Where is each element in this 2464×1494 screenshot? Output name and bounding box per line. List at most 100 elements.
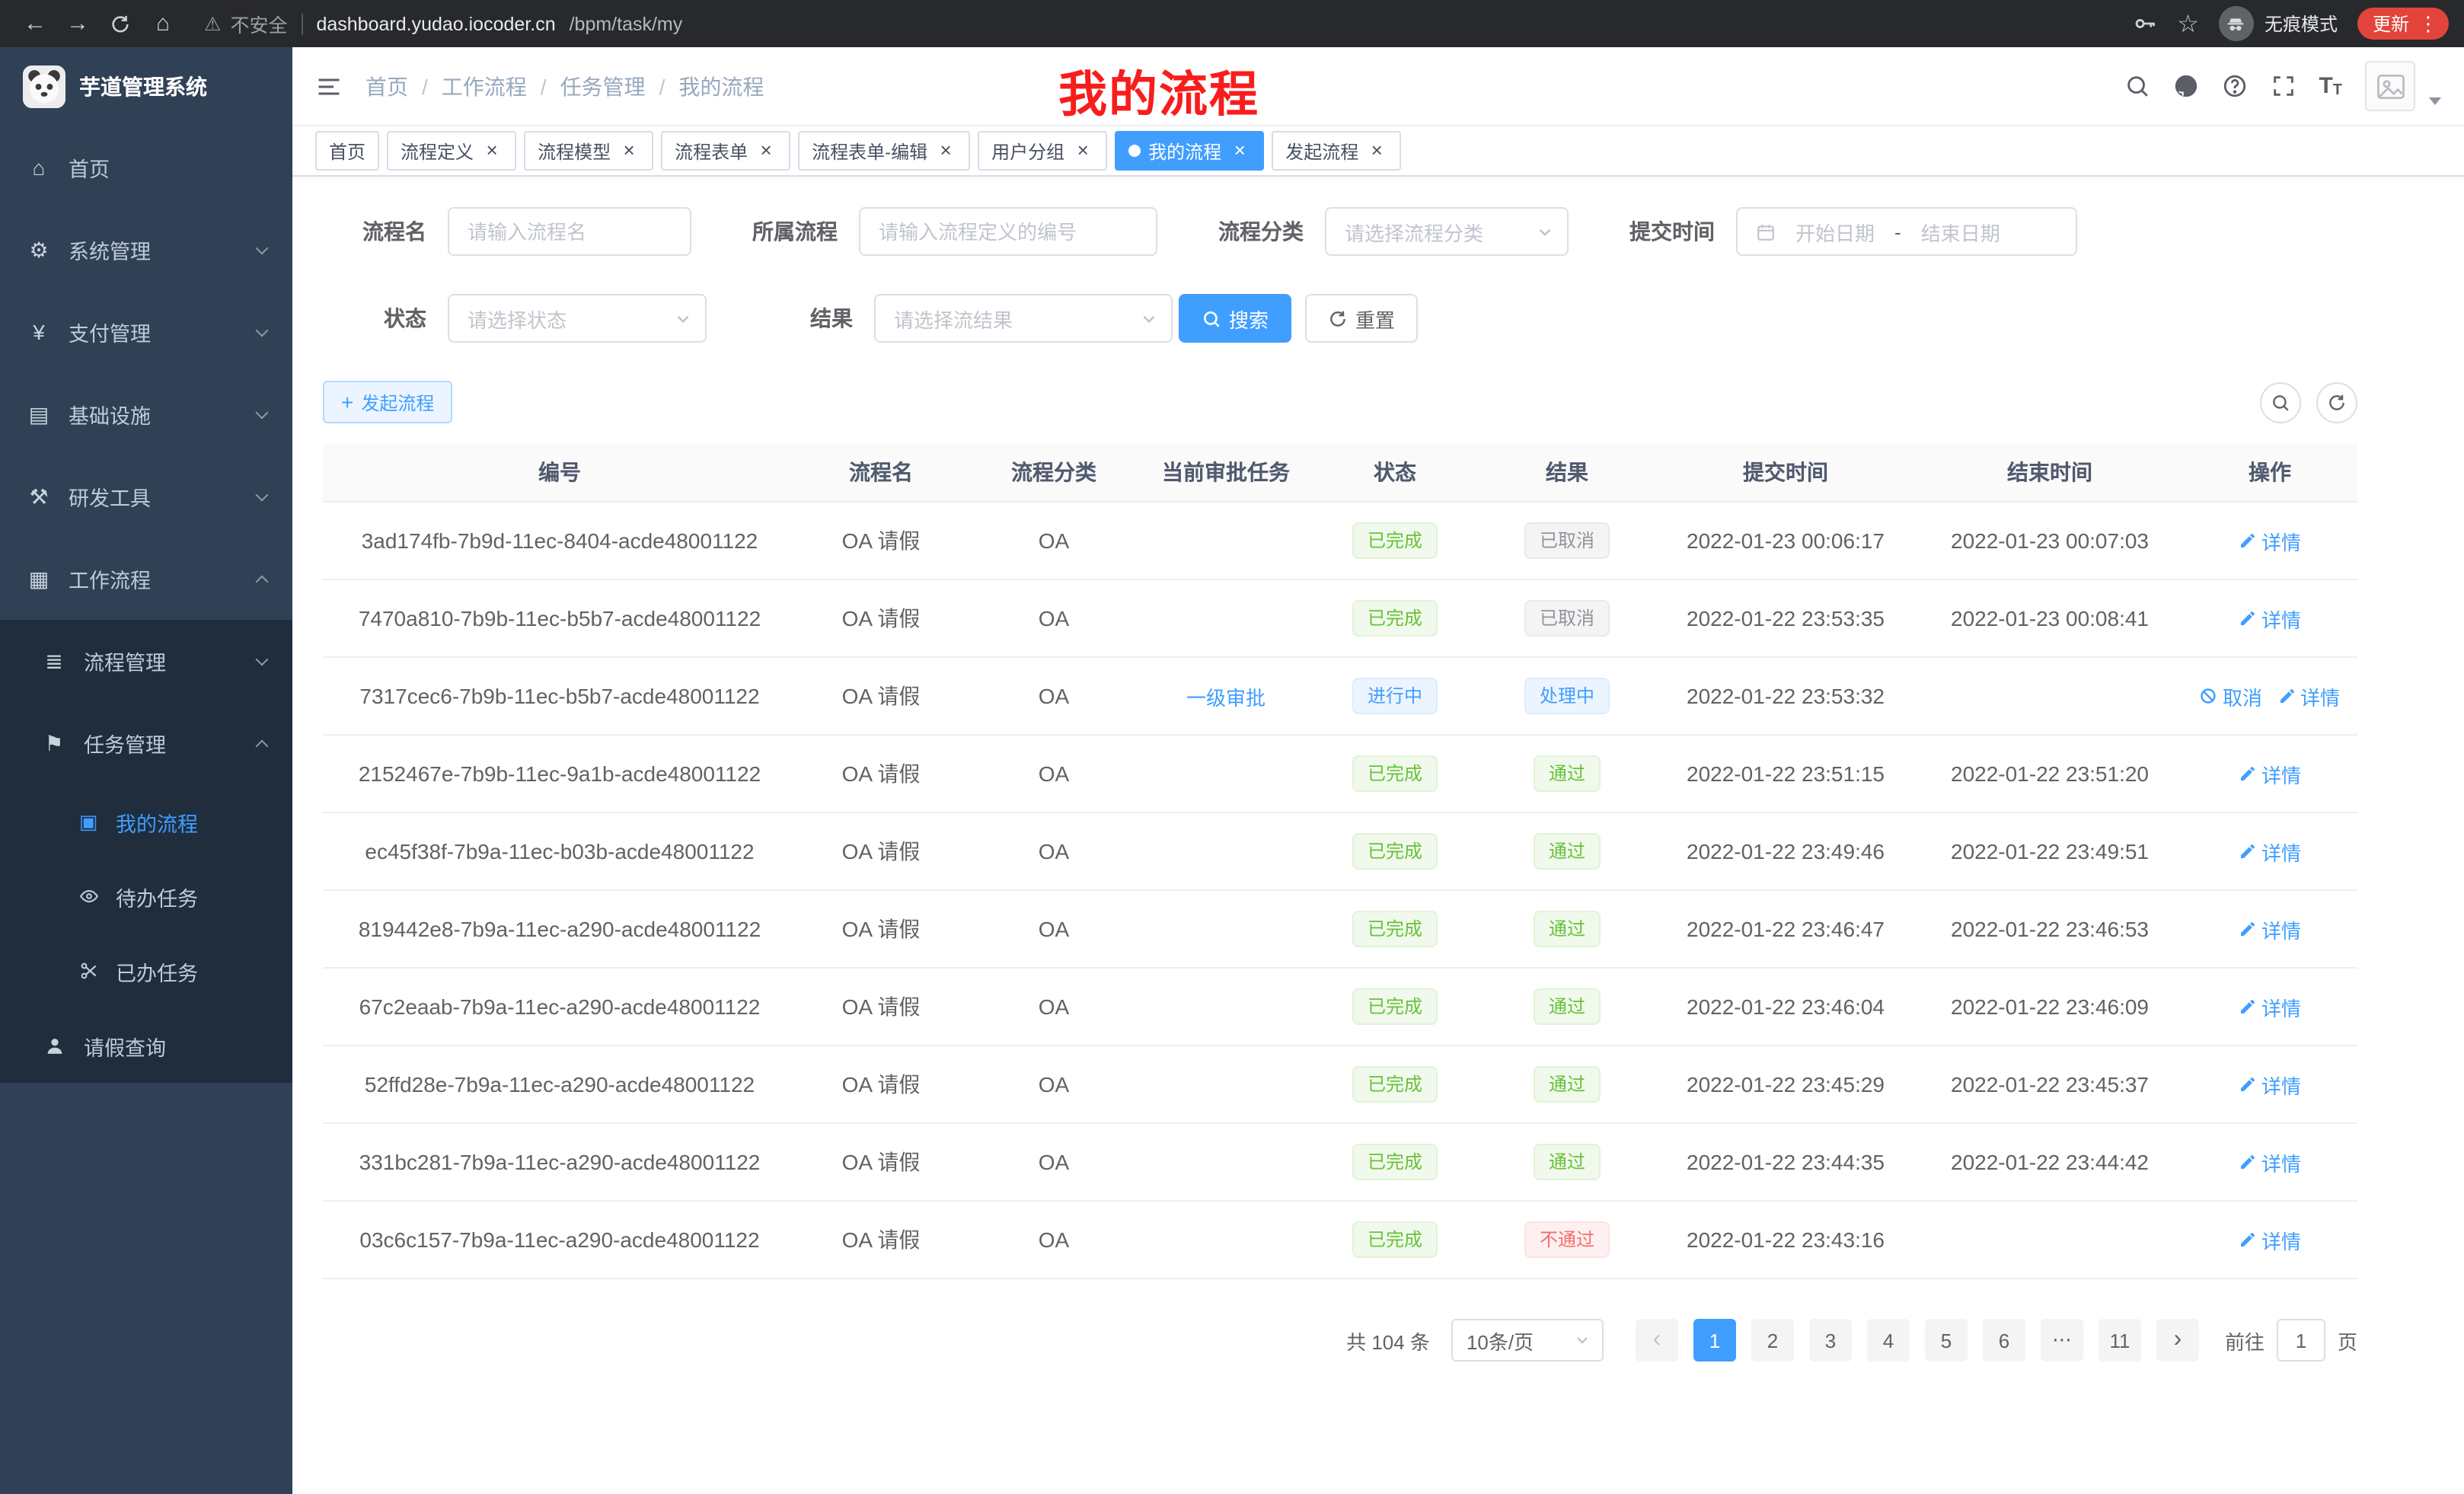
filter-row-1: 流程名 所属流程 流程分类 请选择流程分类 — [323, 207, 2357, 256]
cell-status: 已完成 — [1310, 1045, 1480, 1123]
key-icon[interactable] — [2131, 11, 2157, 37]
browser-menu-icon[interactable]: ⋮ — [2418, 11, 2438, 36]
tab-流程表单-编辑[interactable]: 流程表单-编辑× — [798, 131, 970, 171]
refresh-table-icon[interactable] — [2316, 381, 2357, 423]
detail-link[interactable]: 详情 — [2239, 604, 2301, 633]
detail-link[interactable]: 详情 — [2239, 526, 2301, 555]
detail-link[interactable]: 详情 — [2239, 1070, 2301, 1099]
create-process-button[interactable]: + 发起流程 — [323, 381, 452, 423]
sidebar-item-workflow[interactable]: ▦ 工作流程 — [0, 538, 292, 620]
process-id-input[interactable] — [859, 207, 1157, 256]
operations: 详情 — [2191, 526, 2348, 555]
close-icon[interactable]: × — [618, 140, 640, 161]
sidebar-item-my-process[interactable]: ▣ 我的流程 — [0, 784, 292, 859]
close-icon[interactable]: × — [481, 140, 503, 161]
process-name-input[interactable] — [448, 207, 691, 256]
operation-label: 详情 — [2261, 1225, 2301, 1254]
cell-result: 已取消 — [1480, 579, 1654, 657]
cell-submit-time: 2022-01-22 23:46:47 — [1654, 890, 1917, 968]
detail-link[interactable]: 详情 — [2239, 992, 2301, 1021]
back-icon[interactable]: ← — [15, 5, 55, 42]
sidebar-item-home[interactable]: ⌂ 首页 — [0, 126, 292, 209]
category-select[interactable]: 请选择流程分类 — [1325, 207, 1569, 256]
close-icon[interactable]: × — [935, 140, 956, 161]
help-icon[interactable] — [2221, 73, 2247, 99]
home-icon[interactable]: ⌂ — [143, 5, 183, 42]
tab-流程定义[interactable]: 流程定义× — [387, 131, 516, 171]
sidebar-item-task-management[interactable]: ⚑ 任务管理 — [0, 702, 292, 784]
sidebar-item-system[interactable]: ⚙ 系统管理 — [0, 209, 292, 291]
incognito-badge[interactable]: 无痕模式 — [2219, 6, 2338, 41]
cell-category: OA — [965, 1201, 1142, 1279]
chrome-actions: ☆ 无痕模式 更新 ⋮ — [2131, 6, 2449, 41]
current-task-link[interactable]: 一级审批 — [1186, 682, 1266, 710]
date-range-picker[interactable]: 开始日期 - 结束日期 — [1736, 207, 2077, 256]
search-toggle-icon[interactable] — [2260, 381, 2301, 423]
search-button[interactable]: 搜索 — [1179, 294, 1291, 343]
tab-发起流程[interactable]: 发起流程× — [1272, 131, 1401, 171]
status-badge: 进行中 — [1352, 678, 1438, 714]
update-button[interactable]: 更新 ⋮ — [2357, 8, 2449, 40]
page-button-2[interactable]: 2 — [1751, 1319, 1794, 1362]
search-icon[interactable] — [2124, 73, 2150, 99]
cancel-link[interactable]: 取消 — [2200, 682, 2262, 710]
sidebar-item-devtools[interactable]: ⚒ 研发工具 — [0, 455, 292, 538]
page-button-4[interactable]: 4 — [1867, 1319, 1910, 1362]
detail-link[interactable]: 详情 — [2239, 759, 2301, 788]
app-logo[interactable]: 芋道管理系统 — [0, 47, 292, 126]
refresh-icon[interactable] — [101, 5, 140, 42]
cell-submit-time: 2022-01-22 23:43:16 — [1654, 1201, 1917, 1279]
page-button-1[interactable]: 1 — [1693, 1319, 1736, 1362]
close-icon[interactable]: × — [1366, 140, 1387, 161]
bookmark-star-icon[interactable]: ☆ — [2177, 8, 2199, 39]
sidebar-item-leave-query[interactable]: 请假查询 — [0, 1008, 292, 1083]
breadcrumb-task-management[interactable]: 任务管理 — [560, 71, 646, 101]
breadcrumb-home[interactable]: 首页 — [365, 71, 408, 101]
sidebar-item-infrastructure[interactable]: ▤ 基础设施 — [0, 373, 292, 455]
fullscreen-icon[interactable] — [2270, 73, 2296, 99]
address-bar[interactable]: ⚠ 不安全 dashboard.yudao.iocoder.cn/bpm/tas… — [204, 9, 2128, 38]
detail-link[interactable]: 详情 — [2239, 1225, 2301, 1254]
result-badge: 处理中 — [1524, 678, 1610, 714]
detail-link[interactable]: 详情 — [2239, 915, 2301, 943]
prev-page-button[interactable]: ‹ — [1636, 1319, 1678, 1362]
close-icon[interactable]: × — [1072, 140, 1093, 161]
status-select[interactable]: 请选择状态 — [448, 294, 707, 343]
page-button-6[interactable]: 6 — [1983, 1319, 2025, 1362]
sidebar-item-process-management[interactable]: ≣ 流程管理 — [0, 620, 292, 702]
security-warning[interactable]: ⚠ 不安全 — [204, 9, 287, 38]
reset-button[interactable]: 重置 — [1305, 294, 1418, 343]
detail-link[interactable]: 详情 — [2239, 1148, 2301, 1176]
sidebar-item-done-tasks[interactable]: 已办任务 — [0, 934, 292, 1008]
next-page-button[interactable]: › — [2156, 1319, 2199, 1362]
goto-page-input[interactable] — [2277, 1319, 2325, 1362]
tab-用户分组[interactable]: 用户分组× — [978, 131, 1107, 171]
pagination-total: 共 104 条 — [1346, 1326, 1430, 1355]
page-button-3[interactable]: 3 — [1809, 1319, 1852, 1362]
chevron-down-icon[interactable] — [2429, 97, 2441, 105]
hamburger-icon[interactable] — [315, 72, 343, 100]
detail-link[interactable]: 详情 — [2239, 837, 2301, 866]
tab-流程模型[interactable]: 流程模型× — [524, 131, 653, 171]
close-icon[interactable]: × — [1229, 140, 1250, 161]
close-icon[interactable]: × — [755, 140, 777, 161]
avatar[interactable] — [2365, 61, 2415, 111]
tab-流程表单[interactable]: 流程表单× — [661, 131, 790, 171]
cell-submit-time: 2022-01-22 23:46:04 — [1654, 968, 1917, 1045]
detail-link[interactable]: 详情 — [2277, 682, 2340, 710]
breadcrumb-workflow[interactable]: 工作流程 — [442, 71, 527, 101]
page-button-11[interactable]: 11 — [2099, 1319, 2141, 1362]
sidebar-item-payment[interactable]: ¥ 支付管理 — [0, 291, 292, 373]
github-icon[interactable] — [2172, 73, 2198, 99]
page-size-select[interactable]: 10条/页 — [1451, 1319, 1604, 1362]
result-select[interactable]: 请选择流结果 — [874, 294, 1173, 343]
page-button-5[interactable]: 5 — [1925, 1319, 1968, 1362]
tab-我的流程[interactable]: 我的流程× — [1115, 131, 1264, 171]
page-button-⋯[interactable]: ⋯ — [2041, 1319, 2083, 1362]
tab-首页[interactable]: 首页 — [315, 131, 379, 171]
font-size-icon[interactable]: TT — [2319, 73, 2342, 99]
filter-process-name: 流程名 — [323, 207, 691, 256]
sidebar-item-todo-tasks[interactable]: 待办任务 — [0, 859, 292, 934]
forward-icon[interactable]: → — [58, 5, 97, 42]
cell-result: 处理中 — [1480, 657, 1654, 735]
